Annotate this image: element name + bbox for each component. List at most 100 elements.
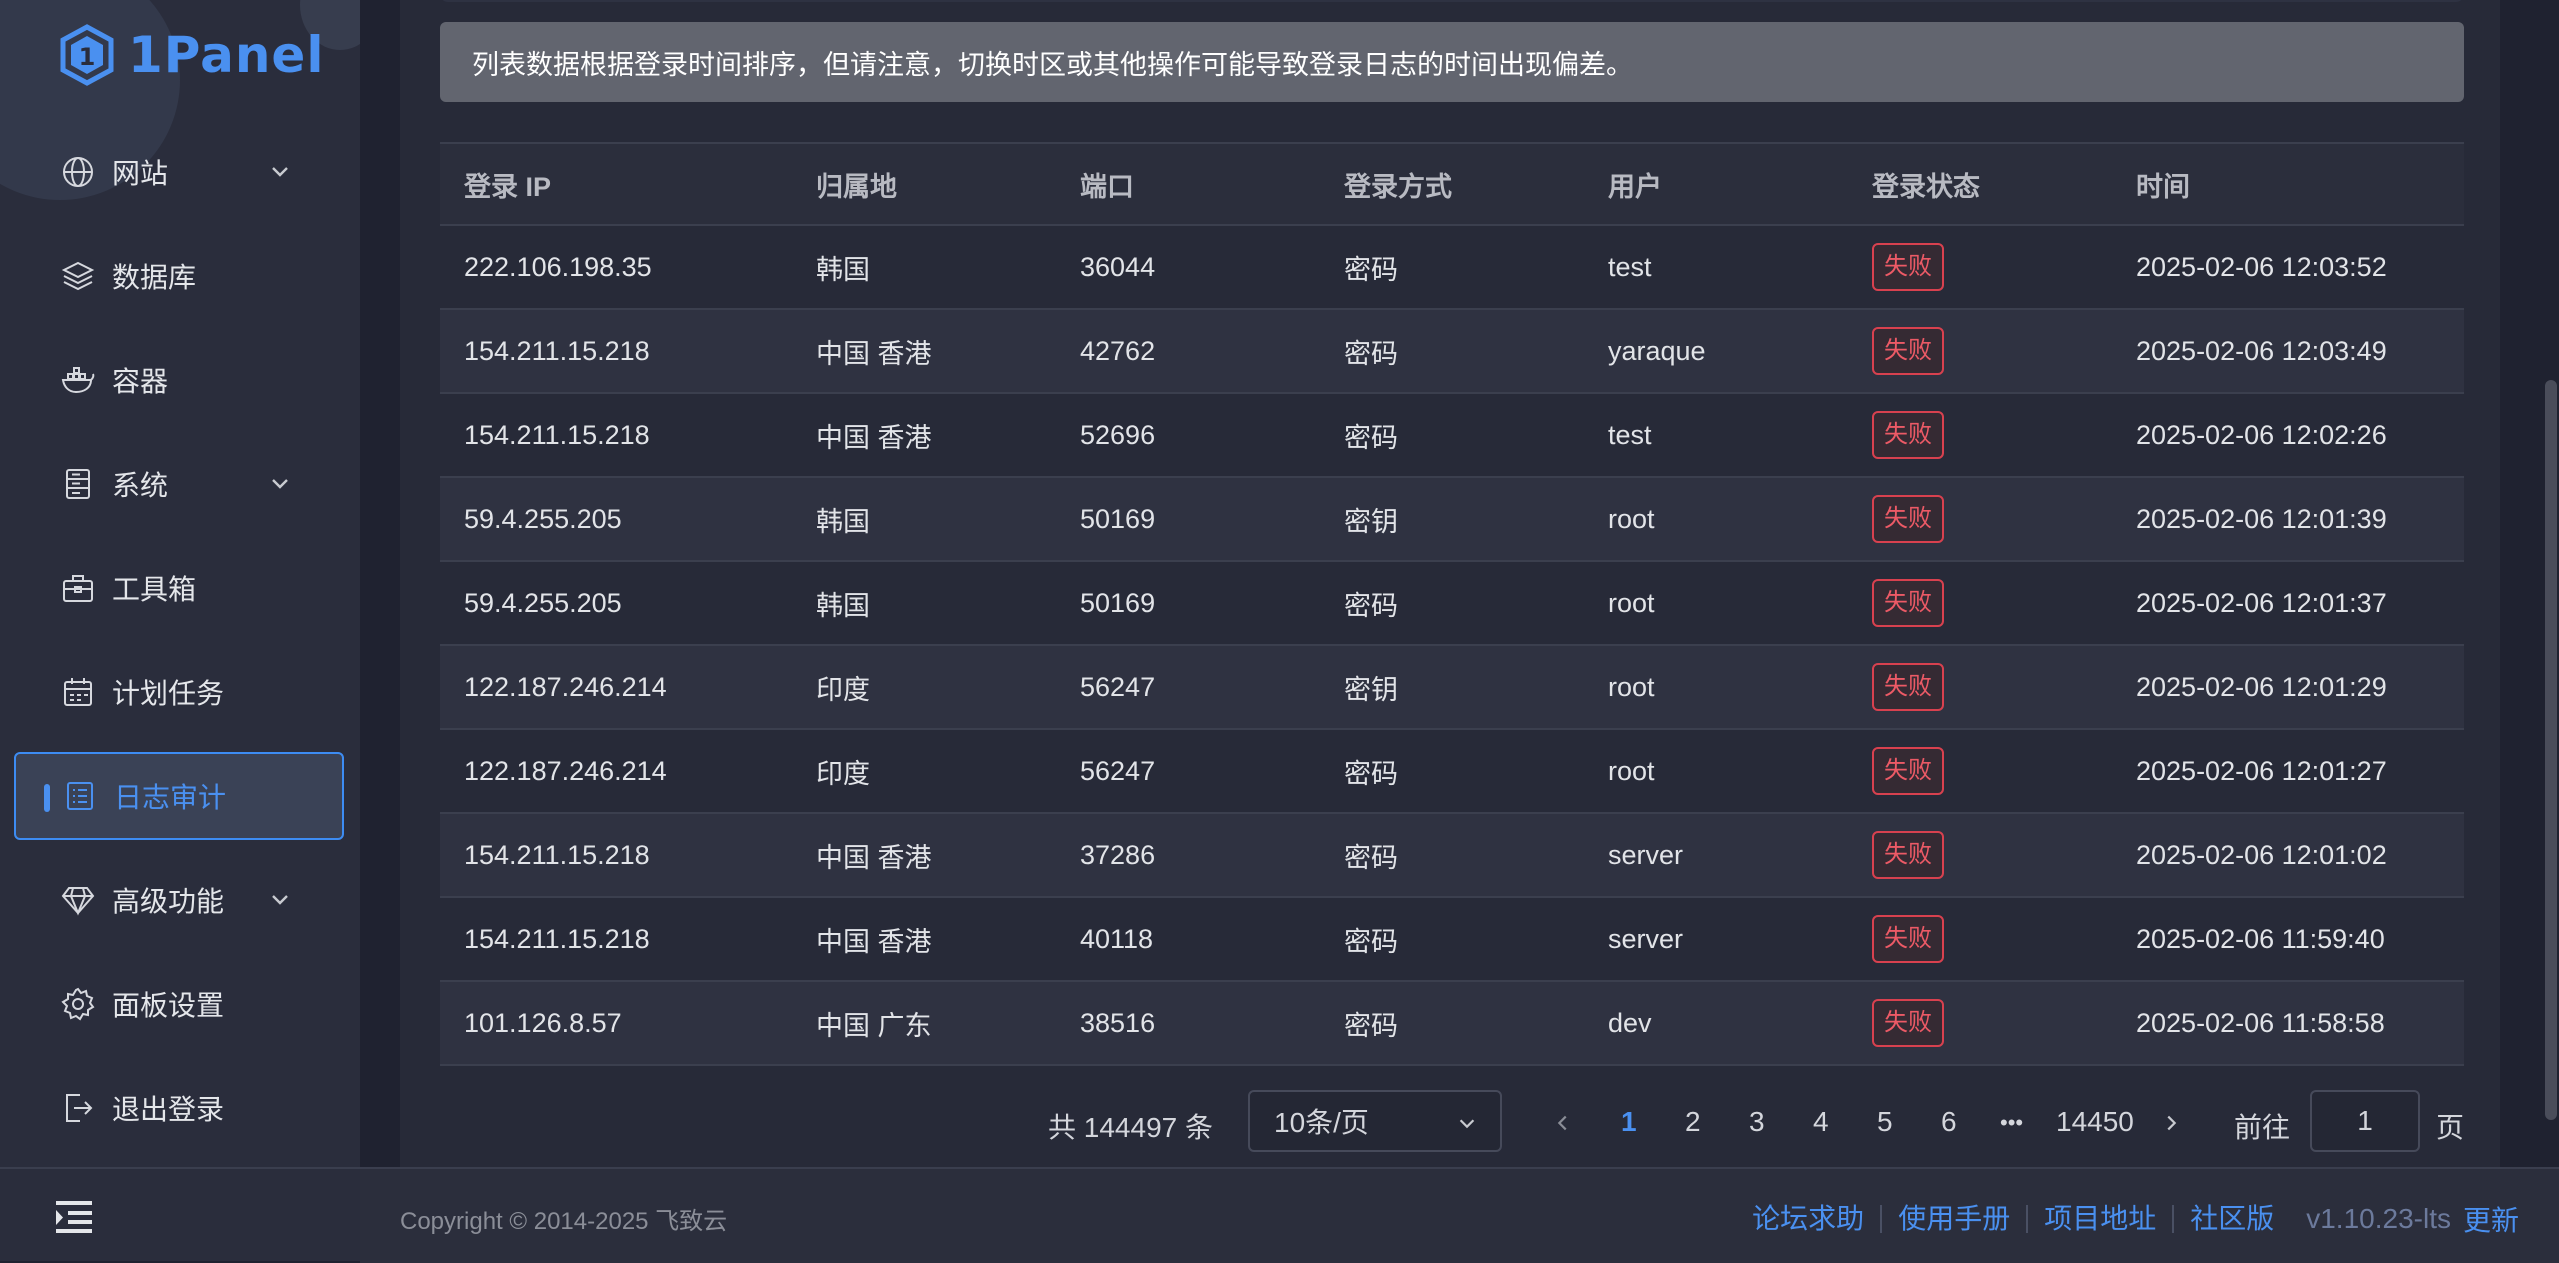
gear-icon <box>58 984 98 1024</box>
cell-port: 52696 <box>1080 419 1156 450</box>
cell-method: 密码 <box>1344 842 1398 873</box>
cell-status: 失败 <box>1848 579 2112 627</box>
prev-page-icon[interactable] <box>1552 1112 1574 1134</box>
forum-link[interactable]: 论坛求助 <box>1736 1205 1883 1233</box>
table-row: 154.211.15.218 中国 香港 40118 密码 server 失败 2025-0… <box>440 898 2464 982</box>
edition-link[interactable]: 社区版 <box>2174 1205 2290 1233</box>
sidebar-item-system[interactable]: 系统 <box>14 440 344 528</box>
next-page-icon[interactable] <box>2160 1112 2182 1134</box>
cell-location: 中国 香港 <box>816 926 932 957</box>
cell-user: server <box>1608 923 1684 954</box>
cell-ip: 154.211.15.218 <box>464 335 650 366</box>
cell-ip: 59.4.255.205 <box>464 587 622 618</box>
cell-location: 中国 香港 <box>816 338 932 369</box>
cell-status: 失败 <box>1848 915 2112 963</box>
sidebar-item-container[interactable]: 容器 <box>14 336 344 424</box>
sidebar-item-cron[interactable]: 计划任务 <box>14 648 344 736</box>
sidebar-item-toolbox[interactable]: 工具箱 <box>14 544 344 632</box>
chevron-down-icon <box>268 158 292 190</box>
cell-time: 2025-02-06 12:01:39 <box>2136 503 2387 534</box>
sidebar-item-label: 数据库 <box>112 262 197 293</box>
cell-method: 密码 <box>1344 338 1398 369</box>
layers-icon <box>58 256 98 296</box>
goto-page-input[interactable]: 1 <box>2310 1090 2420 1152</box>
more-pages-ellipsis[interactable]: ••• <box>2000 1110 2023 1136</box>
cell-time: 2025-02-06 11:59:40 <box>2136 923 2385 954</box>
status-badge: 失败 <box>1872 915 1944 963</box>
col-header-method: 登录方式 <box>1344 171 1452 202</box>
table-row: 154.211.15.218 中国 香港 52696 密码 test 失败 2025-02-… <box>440 394 2464 478</box>
status-badge: 失败 <box>1872 663 1944 711</box>
table-body: 222.106.198.35 韩国 36044 密码 test 失败 2025-02-06 … <box>440 226 2464 1066</box>
sidebar-item-label: 日志审计 <box>114 782 227 813</box>
sidebar-item-logout[interactable]: 退出登录 <box>14 1064 344 1152</box>
toolbox-icon <box>58 568 98 608</box>
cell-port: 37286 <box>1080 839 1156 870</box>
cell-port: 38516 <box>1080 1007 1156 1038</box>
cell-status: 失败 <box>1848 243 2112 291</box>
page-button-5[interactable]: 5 <box>1877 1106 1893 1138</box>
sidebar-item-settings[interactable]: 面板设置 <box>14 960 344 1048</box>
page-scrollbar[interactable] <box>2545 380 2557 1120</box>
cell-method: 密码 <box>1344 254 1398 285</box>
sidebar-item-advanced[interactable]: 高级功能 <box>14 856 344 944</box>
footer-links: 论坛求助 使用手册 项目地址 社区版 v1.10.23-lts 更新 <box>1736 1199 2519 1239</box>
page-size-value: 10条/页 <box>1274 1107 1369 1138</box>
cell-port: 42762 <box>1080 335 1156 366</box>
cell-time: 2025-02-06 12:01:37 <box>2136 587 2387 618</box>
page-button-3[interactable]: 3 <box>1749 1106 1765 1138</box>
collapse-menu-icon[interactable] <box>52 1199 96 1235</box>
logo-text: 1Panel <box>128 26 325 84</box>
cell-user: yaraque <box>1608 335 1706 366</box>
active-indicator <box>44 784 50 812</box>
pagination: 共 144497 条 10条/页 1 2 3 4 5 6 ••• 14450 前… <box>400 1090 2500 1156</box>
goto-unit: 页 <box>2436 1112 2465 1143</box>
logo-hexagon-icon: 1 <box>60 24 114 86</box>
cell-user: test <box>1608 251 1652 282</box>
page-button-1[interactable]: 1 <box>1621 1106 1637 1138</box>
sidebar-footer <box>0 1167 360 1261</box>
table-row: 59.4.255.205 韩国 50169 密钥 root 失败 2025-02-06 12… <box>440 478 2464 562</box>
cell-status: 失败 <box>1848 411 2112 459</box>
page-size-select[interactable]: 10条/页 <box>1248 1090 1502 1152</box>
sidebar-item-label: 高级功能 <box>112 886 225 917</box>
sidebar-item-database[interactable]: 数据库 <box>14 232 344 320</box>
app-logo[interactable]: 1 1Panel <box>58 22 324 88</box>
page-button-2[interactable]: 2 <box>1685 1106 1701 1138</box>
chevron-down-icon <box>1459 1119 1475 1129</box>
status-badge: 失败 <box>1872 831 1944 879</box>
top-card-edge <box>440 0 2464 2</box>
page-button-6[interactable]: 6 <box>1941 1106 1957 1138</box>
goto-page-value: 1 <box>2357 1105 2373 1136</box>
cell-ip: 101.126.8.57 <box>464 1007 622 1038</box>
col-header-time: 时间 <box>2136 171 2190 202</box>
cell-user: server <box>1608 839 1684 870</box>
cell-port: 36044 <box>1080 251 1156 282</box>
cell-time: 2025-02-06 12:02:26 <box>2136 419 2387 450</box>
main-content: 列表数据根据登录时间排序，但请注意，切换时区或其他操作可能导致登录日志的时间出现… <box>400 0 2500 1167</box>
cell-location: 中国 广东 <box>816 1010 932 1041</box>
page-button-4[interactable]: 4 <box>1813 1106 1829 1138</box>
page-button-last[interactable]: 14450 <box>2056 1106 2134 1138</box>
update-link[interactable]: 更新 <box>2463 1199 2519 1239</box>
cell-method: 密码 <box>1344 1010 1398 1041</box>
status-badge: 失败 <box>1872 999 1944 1047</box>
cell-status: 失败 <box>1848 495 2112 543</box>
server-icon <box>58 464 98 504</box>
sidebar-item-website[interactable]: 网站 <box>14 128 344 216</box>
cell-ip: 154.211.15.218 <box>464 419 650 450</box>
cell-user: root <box>1608 755 1655 786</box>
notice-text: 列表数据根据登录时间排序，但请注意，切换时区或其他操作可能导致登录日志的时间出现… <box>472 49 1633 80</box>
cell-location: 印度 <box>816 674 870 705</box>
manual-link[interactable]: 使用手册 <box>1882 1205 2029 1233</box>
sidebar-item-log-audit[interactable]: 日志审计 <box>14 752 344 840</box>
col-header-status: 登录状态 <box>1872 171 1980 202</box>
cell-port: 50169 <box>1080 503 1156 534</box>
project-link[interactable]: 项目地址 <box>2028 1205 2175 1233</box>
sidebar-item-label: 工具箱 <box>112 574 197 605</box>
cell-port: 50169 <box>1080 587 1156 618</box>
calendar-icon <box>58 672 98 712</box>
cell-ip: 59.4.255.205 <box>464 503 622 534</box>
cell-method: 密码 <box>1344 926 1398 957</box>
col-header-port: 端口 <box>1080 171 1134 202</box>
